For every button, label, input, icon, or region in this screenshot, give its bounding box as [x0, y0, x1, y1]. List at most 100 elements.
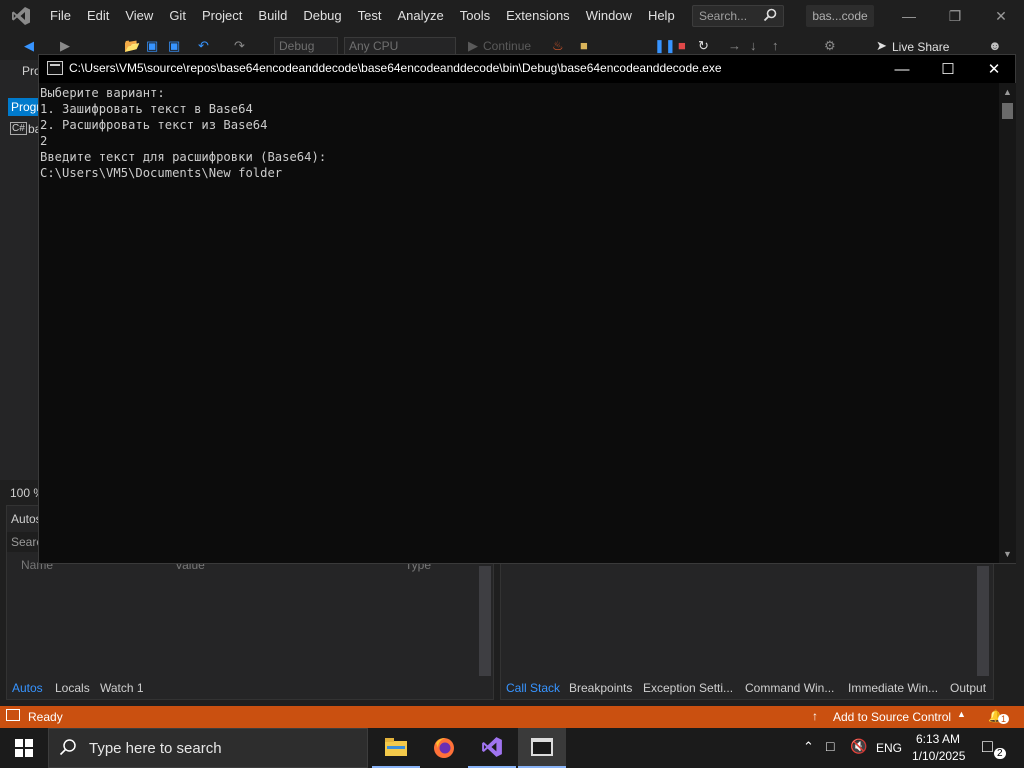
save-icon[interactable]: ▣: [146, 38, 158, 54]
console-title: C:\Users\VM5\source\repos\base64encodean…: [69, 61, 722, 75]
taskbar-search-placeholder: Type here to search: [89, 740, 222, 757]
menu-window[interactable]: Window: [578, 0, 640, 32]
console-close-icon[interactable]: ✕: [971, 55, 1017, 83]
pause-icon[interactable]: ❚❚: [654, 38, 676, 54]
tools-icon[interactable]: ⚙: [824, 38, 836, 54]
volume-muted-icon[interactable]: 🔇: [850, 738, 867, 755]
visual-studio-taskbar-icon[interactable]: [468, 728, 516, 768]
save-all-icon[interactable]: ▣: [168, 38, 180, 54]
tab-autos[interactable]: Autos: [12, 681, 43, 695]
notifications-count: 1: [998, 714, 1010, 724]
search-icon: [763, 8, 777, 25]
solution-name-badge[interactable]: bas...code: [806, 5, 874, 27]
console-line: Введите текст для расшифровки (Base64):: [40, 150, 327, 164]
status-ready: Ready: [28, 710, 63, 724]
platform-select[interactable]: Any CPU: [344, 37, 456, 55]
menu-analyze[interactable]: Analyze: [389, 0, 451, 32]
left-panel: Pro Progr C# ba: [0, 60, 44, 480]
vs-close-icon[interactable]: ✕: [978, 0, 1024, 32]
menu-build[interactable]: Build: [250, 0, 295, 32]
menu-extensions[interactable]: Extensions: [498, 0, 578, 32]
menu-project[interactable]: Project: [194, 0, 250, 32]
feedback-icon[interactable]: ☻: [988, 38, 1002, 53]
live-share-icon[interactable]: ➤: [876, 38, 887, 54]
console-line: Выберите вариант:: [40, 86, 165, 100]
tab-output[interactable]: Output: [950, 681, 986, 695]
scroll-down-icon[interactable]: ▼: [1003, 549, 1012, 559]
autos-scrollbar[interactable]: [479, 566, 491, 676]
tray-overflow-icon[interactable]: ⌃: [803, 739, 814, 755]
clock-date[interactable]: 1/10/2025: [912, 749, 965, 763]
tab-locals[interactable]: Locals: [55, 681, 90, 695]
callstack-scrollbar[interactable]: [977, 566, 989, 676]
console-window[interactable]: C:\Users\VM5\source\repos\base64encodean…: [38, 54, 1016, 564]
forward-icon[interactable]: ▶: [60, 38, 70, 54]
firefox-icon[interactable]: [420, 728, 468, 768]
menu-view[interactable]: View: [117, 0, 161, 32]
menu-help[interactable]: Help: [640, 0, 683, 32]
tab-breakpoints[interactable]: Breakpoints: [569, 681, 632, 695]
restart-icon[interactable]: ↻: [698, 38, 709, 54]
vs-search-placeholder: Search...: [699, 9, 748, 23]
console-minimize-icon[interactable]: —: [879, 55, 925, 83]
stop-icon[interactable]: ■: [678, 38, 686, 53]
vs-search-input[interactable]: Search...: [692, 5, 784, 27]
redo-icon[interactable]: ↷: [234, 38, 245, 54]
tab-watch-1[interactable]: Watch 1: [100, 681, 144, 695]
console-line: 1. Зашифровать текст в Base64: [40, 102, 253, 116]
console-scroll-thumb[interactable]: [1002, 103, 1013, 119]
taskbar-search-icon: [59, 738, 77, 760]
console-app-icon: [47, 61, 63, 75]
menubar: File Edit View Git Project Build Debug T…: [0, 0, 1024, 32]
clock-time[interactable]: 6:13 AM: [916, 732, 960, 746]
live-share-button[interactable]: Live Share: [892, 40, 949, 54]
open-folder-icon[interactable]: 📂: [124, 38, 140, 54]
hot-reload-icon[interactable]: ♨: [552, 38, 564, 54]
taskbar-search-input[interactable]: Type here to search: [48, 728, 368, 768]
language-indicator[interactable]: ENG: [876, 741, 902, 755]
continue-button[interactable]: Continue: [483, 39, 531, 53]
process-icon[interactable]: ■: [580, 38, 588, 53]
step-over-icon[interactable]: →: [728, 38, 741, 53]
console-scrollbar[interactable]: ▲ ▼: [999, 83, 1016, 563]
menu-file[interactable]: File: [42, 0, 79, 32]
console-line: 2. Расшифровать текст из Base64: [40, 118, 268, 132]
console-maximize-icon[interactable]: ☐: [925, 55, 971, 83]
menu-git[interactable]: Git: [161, 0, 194, 32]
step-into-icon[interactable]: ↓: [750, 38, 757, 53]
menu-debug[interactable]: Debug: [295, 0, 349, 32]
notification-count-badge: 2: [994, 748, 1006, 759]
tab-command-window[interactable]: Command Win...: [745, 681, 834, 695]
add-to-source-control-button[interactable]: Add to Source Control: [833, 710, 951, 724]
vs-minimize-icon[interactable]: —: [886, 0, 932, 32]
taskbar: Type here to search ⌃ □ 🔇 ENG 6:13 AM 1/…: [0, 728, 1024, 768]
menu-edit[interactable]: Edit: [79, 0, 117, 32]
vs-restore-icon[interactable]: ❐: [932, 0, 978, 32]
tab-exception-settings[interactable]: Exception Setti...: [643, 681, 733, 695]
caret-up-icon[interactable]: ▲: [957, 709, 966, 719]
console-line: 2: [40, 134, 48, 148]
statusbar: Ready ↑ Add to Source Control ▲ 🔔 1: [0, 706, 1024, 728]
tab-immediate-window[interactable]: Immediate Win...: [848, 681, 938, 695]
scroll-up-icon[interactable]: ▲: [1003, 87, 1012, 97]
tab-call-stack[interactable]: Call Stack: [506, 681, 560, 695]
menu-test[interactable]: Test: [350, 0, 390, 32]
visual-studio-logo-icon[interactable]: [0, 0, 42, 32]
console-output[interactable]: Выберите вариант: 1. Зашифровать текст в …: [39, 83, 999, 563]
file-explorer-icon[interactable]: [372, 728, 420, 768]
console-taskbar-icon[interactable]: [518, 728, 566, 768]
project-icon: C#: [10, 122, 27, 135]
output-icon[interactable]: [6, 709, 20, 721]
continue-icon[interactable]: ▶: [468, 38, 478, 54]
step-out-icon[interactable]: ↑: [772, 38, 779, 53]
arrow-up-icon: ↑: [812, 709, 818, 723]
menu-tools[interactable]: Tools: [452, 0, 498, 32]
network-icon[interactable]: □: [826, 738, 834, 754]
undo-icon[interactable]: ↶: [198, 38, 209, 54]
console-line: C:\Users\VM5\Documents\New folder: [40, 166, 283, 180]
console-titlebar[interactable]: C:\Users\VM5\source\repos\base64encodean…: [39, 55, 1015, 83]
back-icon[interactable]: ◀: [24, 38, 34, 54]
windows-start-icon[interactable]: [0, 728, 48, 768]
config-select[interactable]: Debug: [274, 37, 338, 55]
action-center-icon[interactable]: □: [982, 736, 993, 757]
